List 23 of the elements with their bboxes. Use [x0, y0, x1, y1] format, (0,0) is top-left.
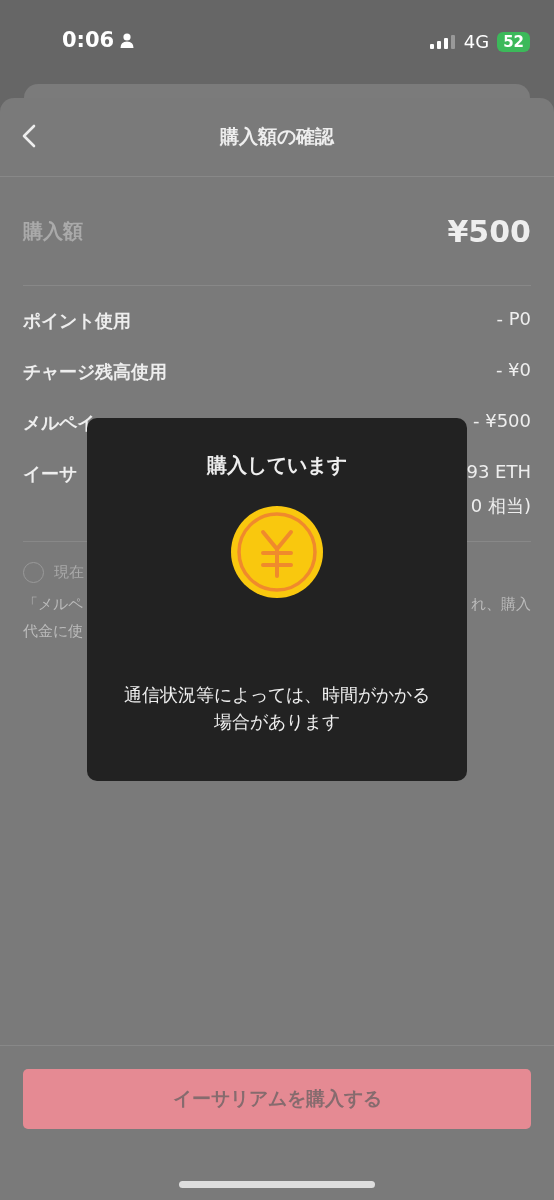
yen-coin-icon — [230, 505, 324, 599]
purchase-button[interactable]: イーサリアムを購入する — [23, 1069, 531, 1129]
row-value: - P0 — [496, 307, 531, 331]
dialog-message: 通信状況等によっては、時間がかかる場合があります — [124, 683, 430, 734]
back-icon[interactable] — [22, 124, 36, 148]
signal-icon — [429, 33, 456, 50]
row-label: チャージ残高使用 — [23, 360, 167, 384]
person-icon — [119, 32, 136, 48]
network-label: 4G — [463, 31, 490, 52]
note-text: 代金に使 — [23, 621, 83, 642]
row-value: 93 ETH — [466, 460, 531, 484]
row-value: - ¥0 — [495, 358, 531, 382]
amount-value: ¥500 — [447, 213, 531, 249]
screen-title: 購入額の確認 — [220, 124, 334, 149]
row-value: - ¥500 — [472, 409, 531, 433]
note-text: 「メルペ — [23, 594, 83, 615]
row-label: ポイント使用 — [23, 309, 131, 333]
row-label: イーサ — [23, 462, 77, 486]
row-value: 0 相当) — [470, 494, 531, 518]
status-time: 0:06 — [62, 28, 115, 52]
dialog-title: 購入しています — [207, 452, 347, 479]
note-text: れ、購入 — [471, 594, 531, 615]
battery-indicator: 52 — [497, 31, 530, 52]
